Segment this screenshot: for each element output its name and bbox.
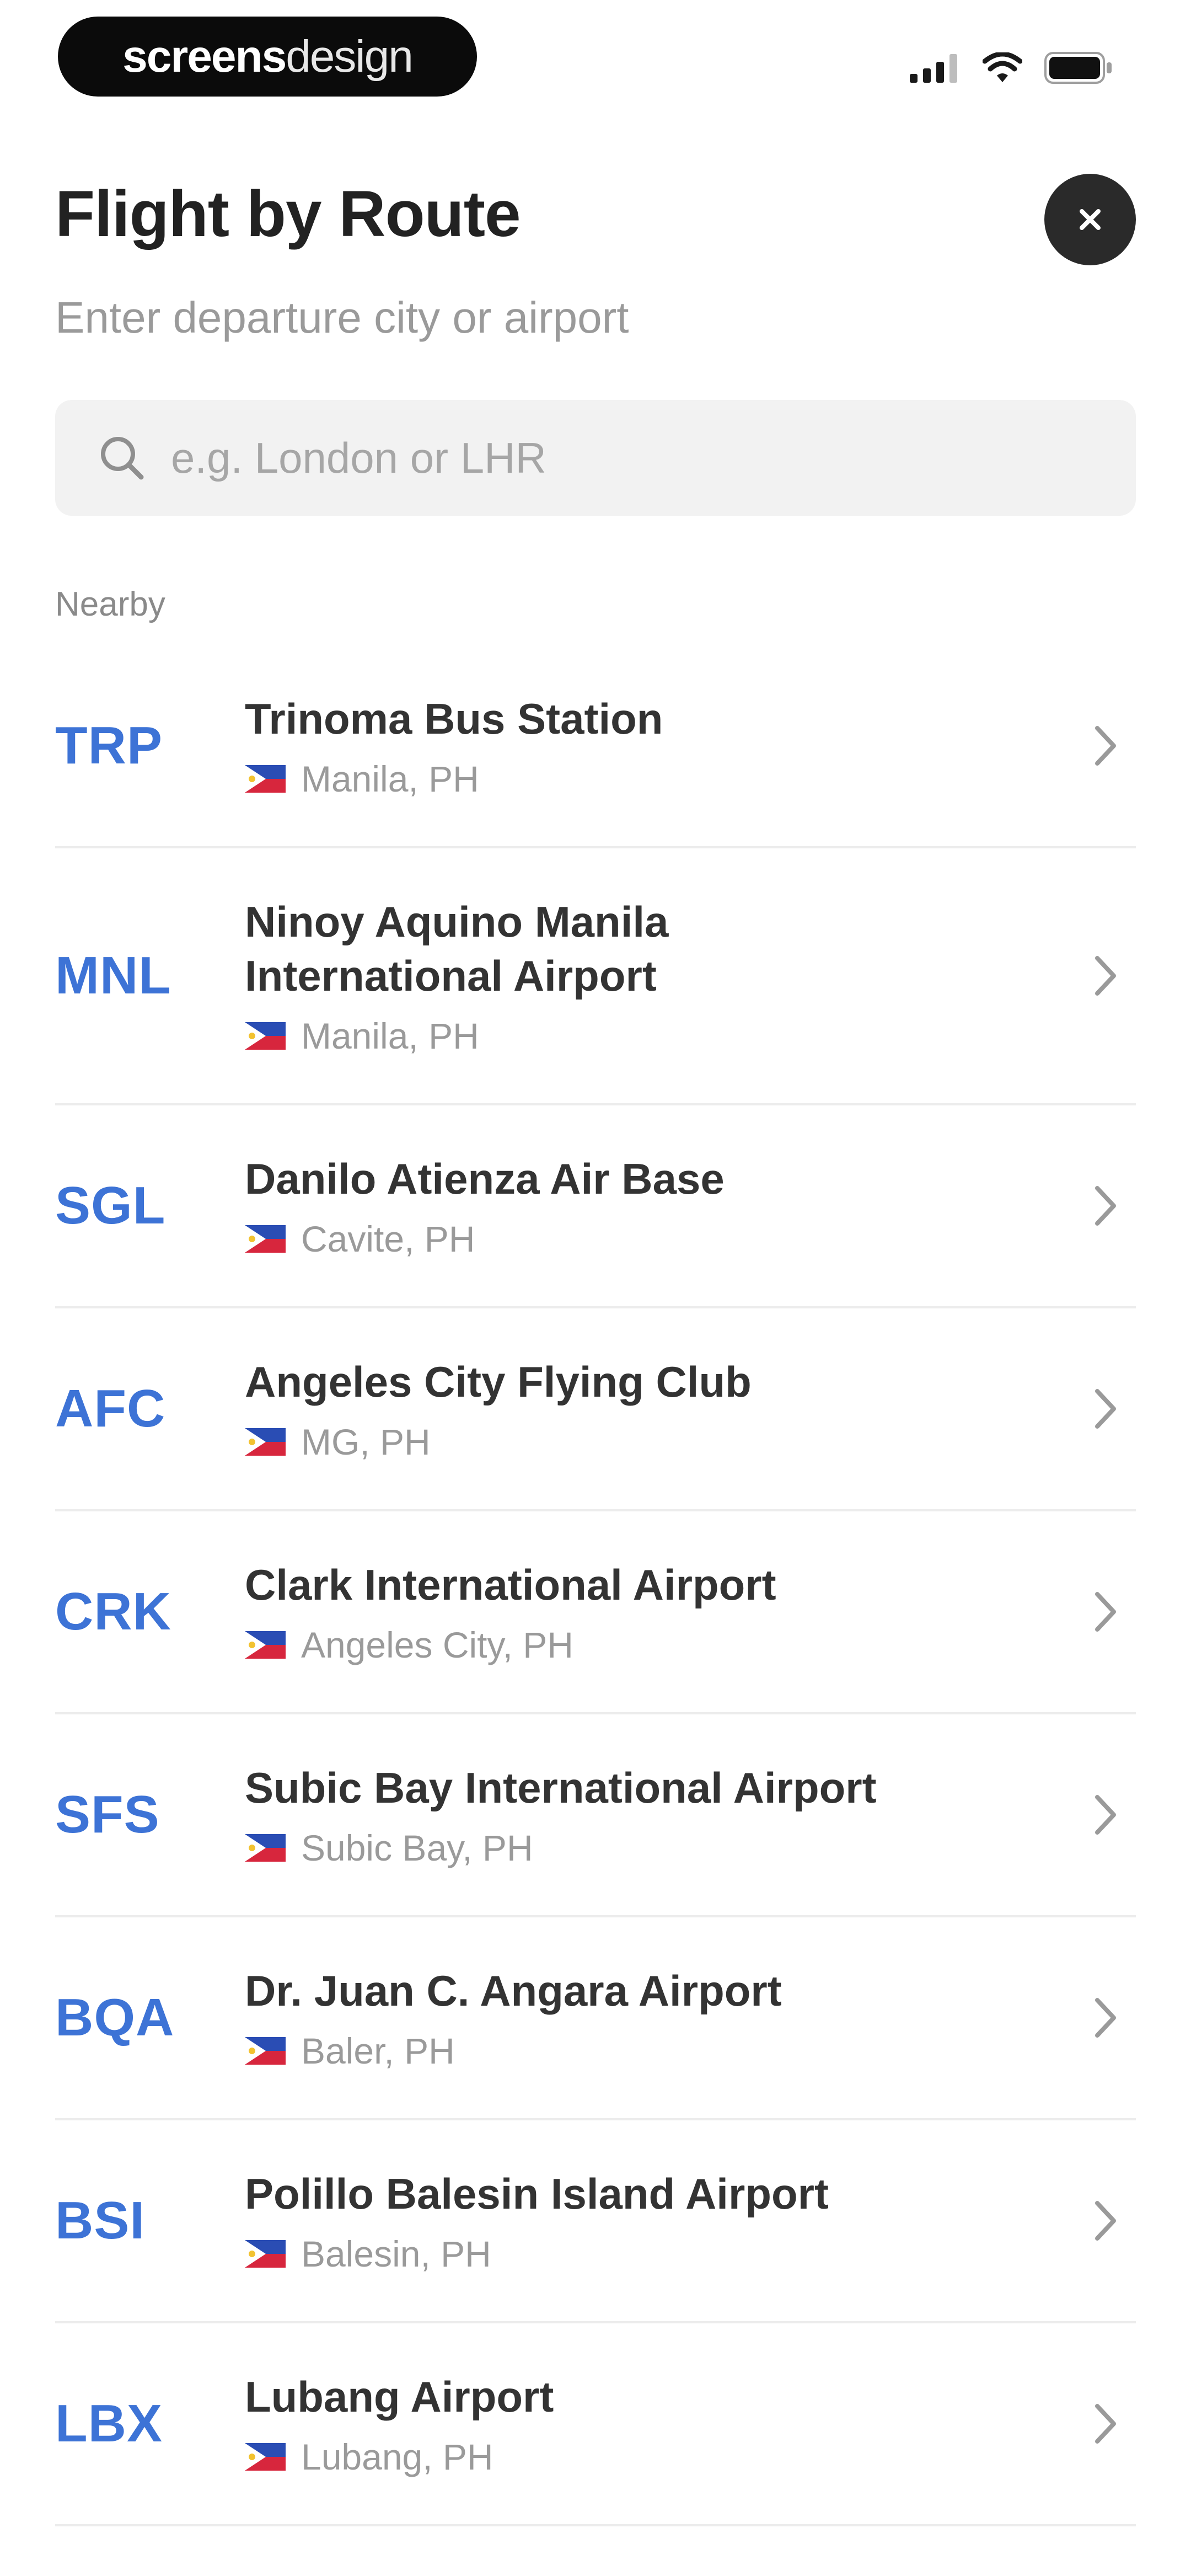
philippines-flag-icon xyxy=(245,1022,286,1050)
airport-location: Manila, PH xyxy=(245,1015,1136,1057)
list-item[interactable]: MNL Ninoy Aquino Manila International Ai… xyxy=(55,848,1136,1105)
brand-light-text: design xyxy=(286,31,414,82)
close-icon xyxy=(1080,209,1101,230)
airport-name: Subic Bay International Airport xyxy=(245,1763,877,1812)
airport-location: Cavite, PH xyxy=(245,1218,1136,1260)
airport-code: BSI xyxy=(55,2191,146,2250)
airport-location-text: Manila, PH xyxy=(301,758,479,799)
philippines-flag-icon xyxy=(245,2443,286,2471)
airport-info: Lubang Airport Lubang, PH xyxy=(245,2370,1136,2478)
chevron-right-icon xyxy=(1095,726,1116,766)
airport-location-text: Subic Bay, PH xyxy=(301,1827,533,1868)
airport-list: TRP Trinoma Bus Station Manila, PH MNL N… xyxy=(55,645,1136,2526)
philippines-flag-icon xyxy=(245,1631,286,1659)
flight-by-route-screen: screens design Flight by Route Enter dep… xyxy=(0,0,1191,2576)
airport-location: Lubang, PH xyxy=(245,2436,1136,2478)
airport-name: Lubang Airport xyxy=(245,2372,554,2421)
airport-code: MNL xyxy=(55,946,171,1005)
close-button[interactable] xyxy=(1044,174,1136,265)
philippines-flag-icon xyxy=(245,765,286,793)
list-item[interactable]: BQA Dr. Juan C. Angara Airport Baler, PH xyxy=(55,1917,1136,2120)
status-icons xyxy=(910,49,1114,87)
search-icon xyxy=(97,433,147,483)
airport-info: Clark International Airport Angeles City… xyxy=(245,1558,1136,1666)
philippines-flag-icon xyxy=(245,1428,286,1456)
airport-code: CRK xyxy=(55,1582,171,1641)
airport-name: Angeles City Flying Club xyxy=(245,1358,752,1406)
section-label-nearby: Nearby xyxy=(55,585,165,623)
airport-location: Baler, PH xyxy=(245,2030,1136,2072)
airport-name: Danilo Atienza Air Base xyxy=(245,1155,725,1203)
page-title: Flight by Route xyxy=(55,178,521,250)
airport-name: Ninoy Aquino Manila International Airpor… xyxy=(245,897,669,1000)
battery-icon xyxy=(1044,52,1112,84)
philippines-flag-icon xyxy=(245,2240,286,2268)
airport-code: SGL xyxy=(55,1176,166,1235)
brand-logo: screens design xyxy=(58,17,477,97)
airport-code: SFS xyxy=(55,1785,160,1844)
airport-location-text: Cavite, PH xyxy=(301,1218,475,1259)
chevron-right-icon xyxy=(1095,2404,1116,2444)
airport-location: Subic Bay, PH xyxy=(245,1827,1136,1869)
signal-icon xyxy=(910,54,957,83)
chevron-right-icon xyxy=(1095,1592,1116,1632)
wifi-icon xyxy=(983,52,1022,82)
chevron-right-icon xyxy=(1095,1186,1116,1226)
airport-code: LBX xyxy=(55,2394,163,2453)
airport-info: Dr. Juan C. Angara Airport Baler, PH xyxy=(245,1964,1136,2072)
airport-location: MG, PH xyxy=(245,1421,1136,1463)
airport-location-text: Angeles City, PH xyxy=(301,1624,573,1665)
airport-location: Balesin, PH xyxy=(245,2233,1136,2275)
airport-location-text: MG, PH xyxy=(301,1421,431,1462)
philippines-flag-icon xyxy=(245,2037,286,2065)
airport-location-text: Balesin, PH xyxy=(301,2233,491,2274)
list-item[interactable]: CRK Clark International Airport Angeles … xyxy=(55,1511,1136,1714)
airport-name: Clark International Airport xyxy=(245,1560,776,1609)
airport-info: Danilo Atienza Air Base Cavite, PH xyxy=(245,1152,1136,1260)
airport-name: Dr. Juan C. Angara Airport xyxy=(245,1966,782,2015)
chevron-right-icon xyxy=(1095,1795,1116,1835)
philippines-flag-icon xyxy=(245,1225,286,1253)
airport-code: AFC xyxy=(55,1379,166,1438)
search-input[interactable] xyxy=(171,432,1053,483)
airport-location-text: Manila, PH xyxy=(301,1016,479,1056)
airport-info: Trinoma Bus Station Manila, PH xyxy=(245,692,1136,800)
list-item[interactable]: AFC Angeles City Flying Club MG, PH xyxy=(55,1308,1136,1511)
airport-code: BQA xyxy=(55,1988,175,2047)
search-box[interactable] xyxy=(55,400,1136,516)
airport-info: Angeles City Flying Club MG, PH xyxy=(245,1355,1136,1463)
airport-location-text: Baler, PH xyxy=(301,2030,455,2071)
airport-info: Ninoy Aquino Manila International Airpor… xyxy=(245,895,1136,1057)
chevron-right-icon xyxy=(1095,1389,1116,1429)
list-item[interactable]: TRP Trinoma Bus Station Manila, PH xyxy=(55,645,1136,848)
chevron-right-icon xyxy=(1095,956,1116,996)
list-item[interactable]: SFS Subic Bay International Airport Subi… xyxy=(55,1714,1136,1917)
philippines-flag-icon xyxy=(245,1834,286,1862)
list-item[interactable]: BSI Polillo Balesin Island Airport Bales… xyxy=(55,2120,1136,2323)
airport-location-text: Lubang, PH xyxy=(301,2436,493,2477)
airport-name: Trinoma Bus Station xyxy=(245,694,663,743)
airport-name: Polillo Balesin Island Airport xyxy=(245,2169,829,2218)
airport-location: Manila, PH xyxy=(245,758,1136,800)
chevron-right-icon xyxy=(1095,2201,1116,2241)
airport-code: TRP xyxy=(55,716,163,775)
status-bar: screens design xyxy=(0,0,1191,127)
airport-info: Subic Bay International Airport Subic Ba… xyxy=(245,1761,1136,1869)
chevron-right-icon xyxy=(1095,1998,1116,2038)
list-item[interactable]: SGL Danilo Atienza Air Base Cavite, PH xyxy=(55,1105,1136,1308)
airport-info: Polillo Balesin Island Airport Balesin, … xyxy=(245,2167,1136,2275)
brand-bold-text: screens xyxy=(122,31,287,82)
list-item[interactable]: LBX Lubang Airport Lubang, PH xyxy=(55,2323,1136,2526)
airport-location: Angeles City, PH xyxy=(245,1624,1136,1666)
page-subtitle: Enter departure city or airport xyxy=(55,293,629,342)
